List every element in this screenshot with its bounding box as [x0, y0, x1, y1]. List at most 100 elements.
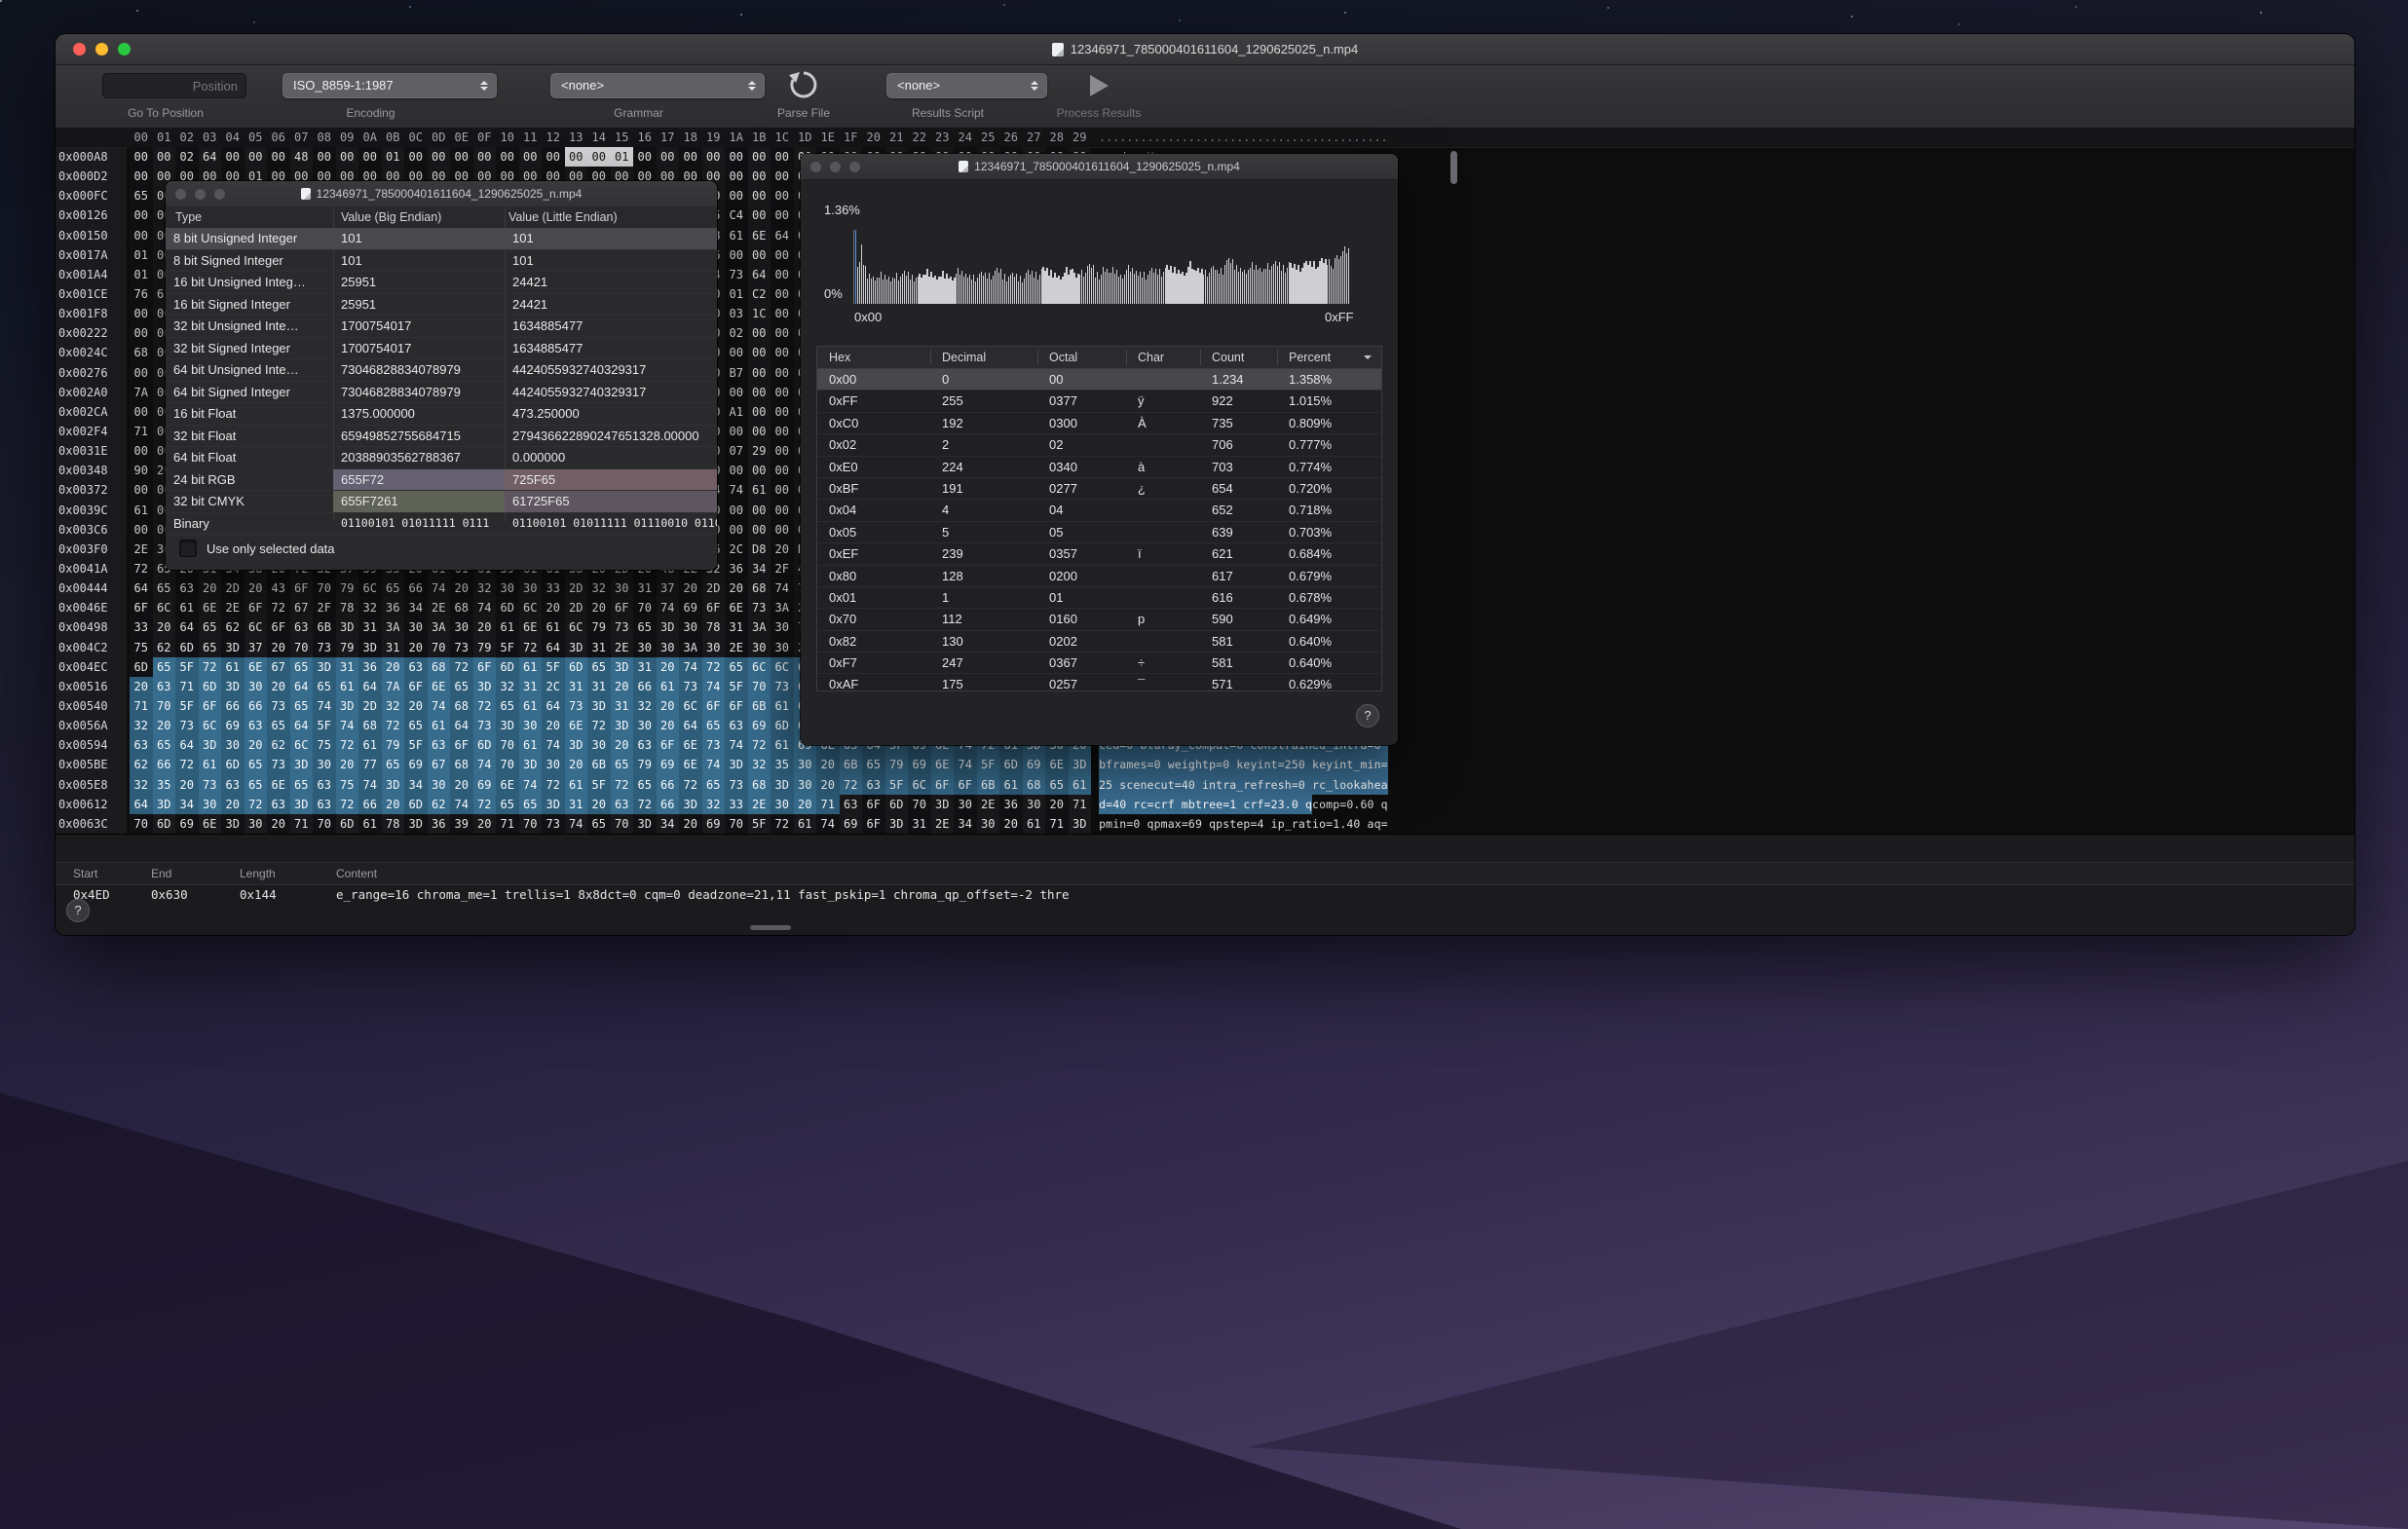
hex-byte[interactable]: 32	[587, 578, 611, 598]
hex-byte[interactable]: 72	[450, 657, 473, 677]
hex-byte[interactable]: 6E	[725, 598, 748, 617]
hex-byte[interactable]: 72	[542, 775, 565, 795]
hex-byte[interactable]: 2E	[130, 540, 153, 559]
hex-byte[interactable]: 66	[657, 775, 680, 795]
hex-byte[interactable]: 64	[290, 716, 314, 735]
hex-byte[interactable]: 74	[816, 814, 840, 834]
hex-byte[interactable]: 30	[428, 775, 451, 795]
hex-byte[interactable]: 20	[473, 617, 497, 637]
hex-byte[interactable]: 3D	[611, 716, 634, 735]
hex-byte[interactable]: 2D	[565, 598, 588, 617]
hex-byte[interactable]: 61	[519, 657, 543, 677]
hex-byte[interactable]: 61	[1069, 775, 1092, 795]
hex-byte[interactable]: 70	[633, 598, 657, 617]
hex-byte[interactable]: 6D	[153, 814, 176, 834]
ascii-char[interactable]: a	[1298, 814, 1305, 834]
hex-byte[interactable]: 73	[313, 638, 336, 657]
ascii-char[interactable]: m	[1161, 814, 1168, 834]
hex-byte[interactable]: 73	[267, 696, 290, 716]
hex-byte[interactable]: 69	[748, 716, 771, 735]
hex-byte[interactable]: 73	[542, 814, 565, 834]
hex-byte[interactable]: 73	[199, 775, 222, 795]
hex-byte[interactable]: 61	[1023, 814, 1046, 834]
hex-byte[interactable]: 3D	[771, 775, 794, 795]
ascii-char[interactable]: p	[1154, 814, 1161, 834]
hex-byte[interactable]: A1	[725, 402, 748, 422]
hex-byte[interactable]: 7A	[130, 383, 153, 402]
hex-byte[interactable]: 62	[153, 638, 176, 657]
hex-byte[interactable]: 6B	[313, 617, 336, 637]
hex-byte[interactable]: 70	[748, 677, 771, 696]
ascii-char[interactable]: 0	[1346, 795, 1353, 814]
hex-byte[interactable]: 30	[702, 638, 726, 657]
hex-byte[interactable]: 00	[771, 167, 794, 186]
hex-byte[interactable]: 79	[473, 638, 497, 657]
ascii-char[interactable]	[1305, 755, 1312, 774]
hex-byte[interactable]: 64	[175, 735, 199, 755]
hex-byte[interactable]: 70	[130, 814, 153, 834]
hex-byte[interactable]: 6B	[587, 755, 611, 774]
hex-byte[interactable]: 65	[267, 716, 290, 735]
hex-byte[interactable]: 32	[702, 795, 726, 814]
ascii-char[interactable]: 2	[1285, 755, 1292, 774]
hex-byte[interactable]: 20	[382, 795, 405, 814]
hex-byte[interactable]: 3D	[611, 657, 634, 677]
ascii-char[interactable]: e	[1374, 775, 1381, 795]
ascii-char[interactable]: =	[1147, 795, 1153, 814]
ascii-char[interactable]: =	[1264, 795, 1271, 814]
hex-byte[interactable]: 6F	[450, 735, 473, 755]
stats-header-count[interactable]: Count	[1212, 347, 1244, 368]
hex-byte[interactable]: 3D	[657, 617, 680, 637]
stats-row[interactable]: 0x055056390.703%	[817, 522, 1381, 543]
hex-byte[interactable]: 3A	[679, 638, 702, 657]
hex-byte[interactable]: 65	[245, 775, 268, 795]
ascii-char[interactable]: p	[1216, 814, 1223, 834]
ascii-char[interactable]: p	[1333, 795, 1339, 814]
hex-byte[interactable]: 37	[657, 578, 680, 598]
hex-byte[interactable]: 72	[840, 775, 863, 795]
hex-byte[interactable]: 74	[358, 775, 382, 795]
hex-byte[interactable]: 68	[748, 775, 771, 795]
hex-byte[interactable]: 00	[725, 343, 748, 362]
hex-byte[interactable]: 30	[794, 755, 817, 774]
ascii-char[interactable]: p	[1099, 814, 1106, 834]
hex-byte[interactable]: 20	[404, 638, 428, 657]
hex-byte[interactable]: 61	[221, 657, 245, 677]
hex-byte[interactable]: 6C	[679, 696, 702, 716]
hex-byte[interactable]: 65	[519, 795, 543, 814]
hex-byte[interactable]: 63	[633, 735, 657, 755]
hex-byte[interactable]: 20	[679, 578, 702, 598]
hex-byte[interactable]: 3D	[565, 638, 588, 657]
ascii-char[interactable]: i	[1112, 814, 1119, 834]
hex-byte[interactable]: 1C	[748, 304, 771, 323]
hex-byte[interactable]: 01	[130, 265, 153, 284]
ascii-char[interactable]: q	[1147, 814, 1153, 834]
ascii-char[interactable]: r	[1112, 755, 1119, 774]
hex-byte[interactable]: 00	[267, 147, 290, 167]
hex-byte[interactable]: 20	[999, 814, 1023, 834]
hex-byte[interactable]: 61	[519, 735, 543, 755]
ascii-char[interactable]: e	[1319, 755, 1326, 774]
hex-byte[interactable]: 65	[153, 657, 176, 677]
hex-byte[interactable]: 67	[428, 755, 451, 774]
hex-byte[interactable]: 00	[748, 402, 771, 422]
ascii-char[interactable]: m	[1182, 795, 1188, 814]
ascii-char[interactable]: r	[1202, 795, 1209, 814]
hex-byte[interactable]: 33	[542, 578, 565, 598]
hex-byte[interactable]: 6F	[931, 775, 955, 795]
hex-byte[interactable]: 00	[725, 520, 748, 540]
hex-byte[interactable]: 20	[130, 677, 153, 696]
hex-byte[interactable]: 61	[358, 814, 382, 834]
ascii-char[interactable]: s	[1119, 775, 1126, 795]
hex-byte[interactable]: 78	[702, 617, 726, 637]
ascii-char[interactable]: .	[1353, 795, 1360, 814]
ascii-char[interactable]: x	[1175, 814, 1182, 834]
hex-byte[interactable]: 64	[358, 677, 382, 696]
hex-byte[interactable]: 00	[725, 167, 748, 186]
hex-byte[interactable]: 31	[519, 677, 543, 696]
hex-byte[interactable]: 00	[771, 284, 794, 304]
hex-byte[interactable]: 20	[794, 795, 817, 814]
hex-byte[interactable]: 30	[954, 795, 977, 814]
hex-byte[interactable]: 72	[702, 657, 726, 677]
hex-byte[interactable]: 64	[542, 696, 565, 716]
